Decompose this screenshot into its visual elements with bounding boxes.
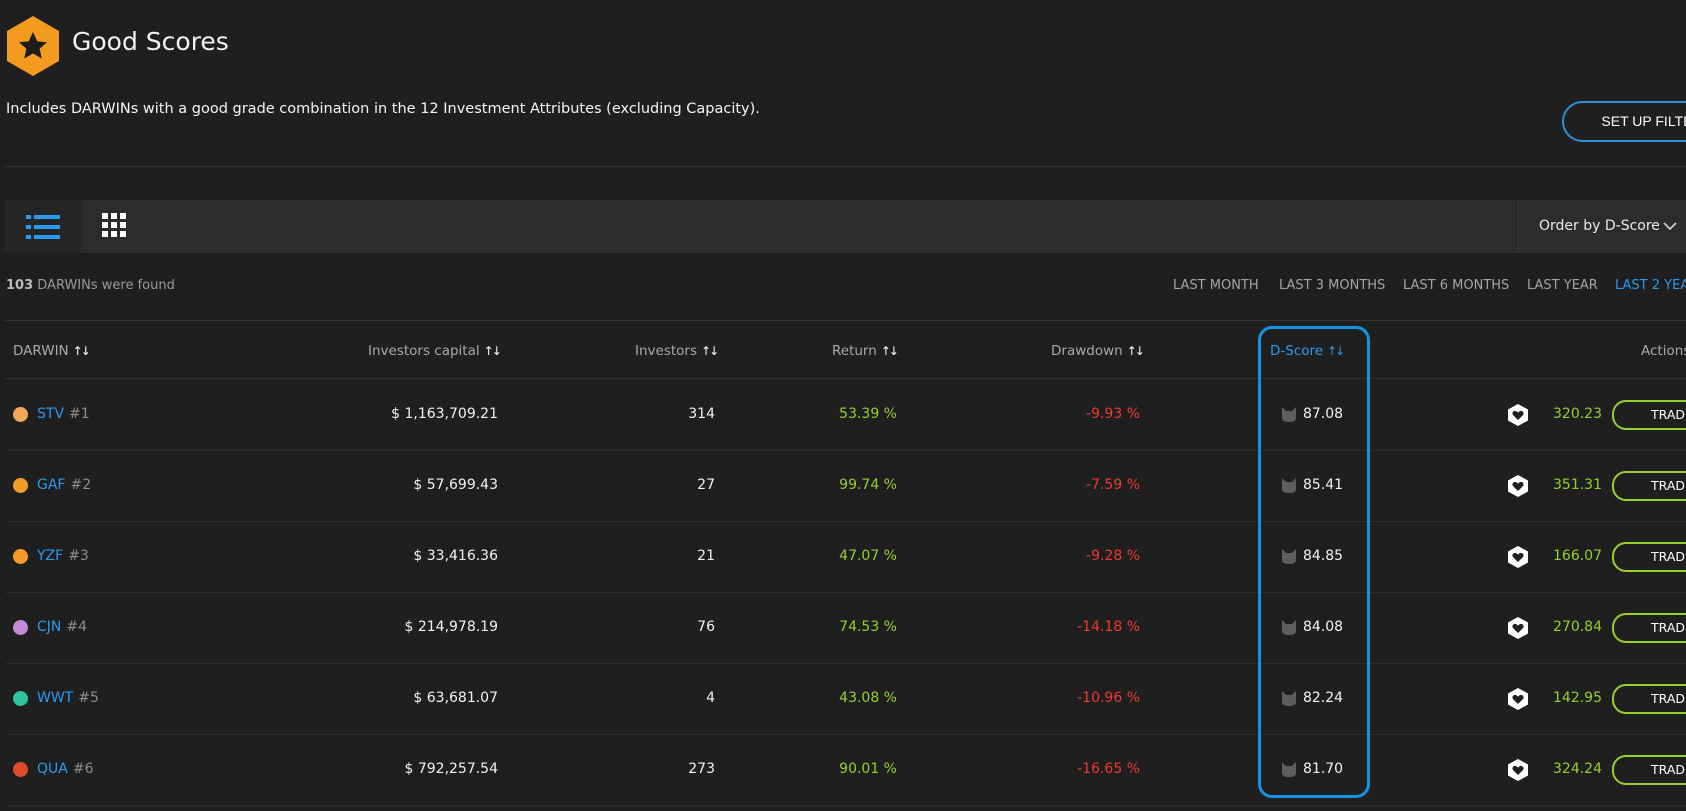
period-last-2-years[interactable]: LAST 2 YEARS xyxy=(1615,278,1686,293)
investors-count: 27 xyxy=(697,477,715,493)
darwin-link[interactable]: QUA #6 xyxy=(37,761,93,777)
column-darwin[interactable]: DARWIN ↑↓ xyxy=(13,343,91,359)
table-row[interactable]: QUA #6 $ 792,257.54 273 90.01 % -16.65 % 81.70… xyxy=(5,735,1686,806)
grid-view-button[interactable] xyxy=(81,200,157,253)
trade-button[interactable]: TRADE xyxy=(1612,542,1686,572)
return-value: 74.53 % xyxy=(839,619,897,635)
return-value: 90.01 % xyxy=(839,761,897,777)
page-title: Good Scores xyxy=(72,27,229,56)
secondary-score: 320.23 xyxy=(1553,406,1602,422)
page-description: Includes DARWINs with a good grade combi… xyxy=(6,101,760,117)
view-toolbar xyxy=(5,200,1686,253)
trade-button[interactable]: TRADE xyxy=(1612,471,1686,501)
darwin-rank: #1 xyxy=(69,406,90,422)
column-investors[interactable]: Investors ↑↓ xyxy=(635,343,719,359)
return-value: 47.07 % xyxy=(839,548,897,564)
divider xyxy=(5,378,1686,379)
column-drawdown[interactable]: Drawdown ↑↓ xyxy=(1051,343,1145,359)
sort-icon: ↑↓ xyxy=(1126,344,1145,358)
drawdown-value: -14.18 % xyxy=(1077,619,1140,635)
drawdown-value: -16.65 % xyxy=(1077,761,1140,777)
drawdown-value: -9.93 % xyxy=(1086,406,1140,422)
table-row[interactable]: YZF #3 $ 33,416.36 21 47.07 % -9.28 % 84.85 166… xyxy=(5,522,1686,593)
table-row[interactable]: CJN #4 $ 214,978.19 76 74.53 % -14.18 % 84.08 2… xyxy=(5,593,1686,664)
darwin-rank: #4 xyxy=(66,619,88,635)
status-dot xyxy=(13,620,28,635)
list-view-button[interactable] xyxy=(5,200,81,253)
column-actions: Actions xyxy=(1641,343,1686,359)
period-last-year[interactable]: LAST YEAR xyxy=(1527,278,1598,293)
sort-icon: ↑↓ xyxy=(880,344,899,358)
results-count: 103 DARWINs were found xyxy=(6,278,175,293)
chevron-down-icon[interactable] xyxy=(1663,221,1677,231)
period-last-6-months[interactable]: LAST 6 MONTHS xyxy=(1403,278,1509,293)
shield-heart-icon[interactable] xyxy=(1507,687,1529,711)
darwin-link[interactable]: GAF #2 xyxy=(37,477,91,493)
shield-heart-icon[interactable] xyxy=(1507,403,1529,427)
drawdown-value: -10.96 % xyxy=(1077,690,1140,706)
return-value: 43.08 % xyxy=(839,690,897,706)
investors-capital: $ 214,978.19 xyxy=(404,619,498,635)
darwin-rank: #2 xyxy=(70,477,92,493)
investors-count: 4 xyxy=(706,690,715,706)
set-up-filter-button[interactable]: SET UP FILTER xyxy=(1562,101,1686,142)
drawdown-value: -9.28 % xyxy=(1086,548,1140,564)
status-dot xyxy=(13,407,28,422)
column-investors-capital[interactable]: Investors capital ↑↓ xyxy=(368,343,502,359)
divider xyxy=(5,320,1686,321)
list-view-icon xyxy=(26,215,60,239)
darwin-link[interactable]: WWT #5 xyxy=(37,690,99,706)
sort-icon: ↑↓ xyxy=(72,344,91,358)
table-row[interactable]: GAF #2 $ 57,699.43 27 99.74 % -7.59 % 85.41 351… xyxy=(5,451,1686,522)
return-value: 99.74 % xyxy=(839,477,897,493)
shield-heart-icon[interactable] xyxy=(1507,545,1529,569)
status-dot xyxy=(13,478,28,493)
trade-button[interactable]: TRADE xyxy=(1612,400,1686,430)
investors-count: 273 xyxy=(688,761,715,777)
status-dot xyxy=(13,762,28,777)
drawdown-value: -7.59 % xyxy=(1086,477,1140,493)
investors-capital: $ 33,416.36 xyxy=(413,548,498,564)
investors-count: 314 xyxy=(688,406,715,422)
investors-count: 76 xyxy=(697,619,715,635)
secondary-score: 270.84 xyxy=(1553,619,1602,635)
period-last-month[interactable]: LAST MONTH xyxy=(1173,278,1259,293)
trade-button[interactable]: TRADE xyxy=(1612,613,1686,643)
d-score-highlight xyxy=(1258,326,1370,798)
secondary-score: 324.24 xyxy=(1553,761,1602,777)
darwin-link[interactable]: YZF #3 xyxy=(37,548,89,564)
secondary-score: 351.31 xyxy=(1553,477,1602,493)
investors-capital: $ 792,257.54 xyxy=(404,761,498,777)
period-last-3-months[interactable]: LAST 3 MONTHS xyxy=(1279,278,1385,293)
investors-capital: $ 1,163,709.21 xyxy=(391,406,498,422)
investors-capital: $ 63,681.07 xyxy=(413,690,498,706)
star-hexagon-icon xyxy=(7,16,59,76)
divider xyxy=(1518,200,1519,253)
darwin-rank: #5 xyxy=(78,690,99,706)
secondary-score: 166.07 xyxy=(1553,548,1602,564)
darwin-link[interactable]: CJN #4 xyxy=(37,619,87,635)
darwin-link[interactable]: STV #1 xyxy=(37,406,90,422)
sort-icon: ↑↓ xyxy=(483,344,502,358)
shield-heart-icon[interactable] xyxy=(1507,474,1529,498)
column-return[interactable]: Return ↑↓ xyxy=(832,343,899,359)
return-value: 53.39 % xyxy=(839,406,897,422)
divider xyxy=(5,166,1686,167)
secondary-score: 142.95 xyxy=(1553,690,1602,706)
status-dot xyxy=(13,691,28,706)
sort-icon: ↑↓ xyxy=(701,344,719,358)
investors-capital: $ 57,699.43 xyxy=(413,477,498,493)
status-dot xyxy=(13,549,28,564)
shield-heart-icon[interactable] xyxy=(1507,616,1529,640)
darwin-rank: #3 xyxy=(68,548,89,564)
table-row[interactable]: WWT #5 $ 63,681.07 4 43.08 % -10.96 % 82.24 142… xyxy=(5,664,1686,735)
grid-view-icon xyxy=(102,213,126,237)
investors-count: 21 xyxy=(697,548,715,564)
trade-button[interactable]: TRADE xyxy=(1612,755,1686,785)
shield-heart-icon[interactable] xyxy=(1507,758,1529,782)
trade-button[interactable]: TRADE xyxy=(1612,684,1686,714)
darwin-rank: #6 xyxy=(72,761,94,777)
table-row[interactable]: STV #1 $ 1,163,709.21 314 53.39 % -9.93 % 87.0… xyxy=(5,380,1686,451)
order-by-dropdown[interactable]: Order by D-Score xyxy=(1539,218,1660,234)
